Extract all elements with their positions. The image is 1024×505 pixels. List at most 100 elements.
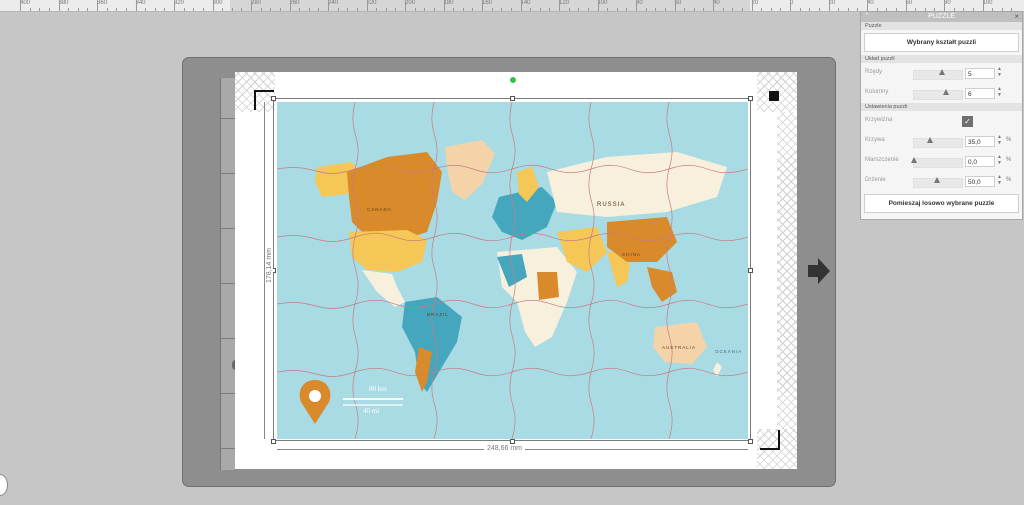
rows-stepper[interactable]: ▲ ▼ [997, 66, 1002, 78]
ruler-tick [20, 0, 21, 11]
shuffle-button[interactable]: Pomieszaj losowo wybrane puzzle [864, 194, 1019, 213]
curve-unit: % [1006, 137, 1012, 143]
rows-row: Rzędy 5 ▲ ▼ [861, 63, 1022, 83]
ruler-tick [222, 8, 224, 11]
ruler-tick [174, 0, 175, 11]
ruler-tick [501, 8, 503, 11]
ruler-tick [539, 8, 541, 11]
rotate-handle[interactable] [510, 77, 516, 83]
ruler-tick [202, 8, 204, 11]
ruler-tick [770, 8, 772, 11]
selection-frame[interactable] [273, 98, 751, 441]
ruler-tick [183, 8, 185, 11]
ruler-tick [212, 0, 214, 11]
ruler-tick [568, 8, 570, 11]
resize-handle-mr[interactable] [748, 268, 753, 273]
curve-slider[interactable] [913, 138, 963, 148]
close-icon[interactable]: × [1014, 12, 1019, 22]
ruler-label: 400 [20, 0, 31, 6]
ruler-tick [453, 8, 455, 11]
ruler-label: 180 [443, 0, 454, 6]
ruler-tick [433, 8, 435, 11]
columns-label: Kolumny [865, 89, 889, 95]
ruler-tick [741, 8, 743, 11]
ruler-label: 160 [482, 0, 493, 6]
ruler-tick [655, 8, 657, 11]
ruler-tick [645, 8, 647, 11]
ruler-label: 140 [520, 0, 531, 6]
ruler-tick [847, 8, 849, 11]
ruler-tick [231, 8, 233, 11]
rows-slider[interactable] [913, 70, 963, 80]
ruler-label: 20 [751, 0, 759, 6]
resize-handle-tc[interactable] [510, 96, 515, 101]
rows-input[interactable]: 5 [965, 68, 995, 79]
ruler-label: 80 [944, 0, 951, 6]
ruler-tick [443, 0, 445, 11]
tremble-input[interactable]: 50,0 [965, 176, 995, 187]
ruler-label: 40 [867, 0, 874, 6]
ruler-tick [703, 8, 705, 11]
section-puzzle: Puzzle [861, 22, 1022, 30]
ruler-tick [414, 8, 416, 11]
columns-stepper[interactable]: ▲ ▼ [997, 86, 1002, 98]
ruler-label: 220 [366, 0, 377, 6]
curve-input[interactable]: 35,0 [965, 136, 995, 147]
curve-slider-thumb[interactable] [927, 137, 934, 143]
next-arrow-icon[interactable] [806, 256, 832, 286]
puzzle-panel: ⌃ PUZZLE × Puzzle Wybrany kształt puzzli… [860, 11, 1023, 220]
ruler-tick [867, 0, 868, 11]
rows-slider-thumb[interactable] [939, 69, 945, 75]
ruler-tick [77, 8, 79, 11]
ruler-label: 60 [905, 0, 913, 6]
ruler-tick [135, 0, 137, 11]
choose-shape-button[interactable]: Wybrany kształt puzzli [864, 33, 1019, 52]
columns-slider[interactable] [913, 90, 963, 100]
ruler-tick [97, 0, 98, 11]
ruler-tick [684, 8, 686, 11]
ruler-label: 120 [559, 0, 570, 6]
panel-title: PUZZLE [928, 13, 955, 20]
resize-handle-br[interactable] [748, 439, 753, 444]
columns-slider-thumb[interactable] [943, 89, 949, 95]
ruler-tick [405, 0, 406, 11]
resize-handle-tr[interactable] [748, 96, 753, 101]
curve-stepper[interactable]: ▲ ▼ [997, 134, 1002, 146]
ruler-tick [472, 8, 474, 11]
ruler-tick [116, 8, 118, 11]
ruler-label: 280 [251, 0, 262, 6]
wrinkle-slider-thumb[interactable] [911, 157, 917, 163]
crop-mark-br [760, 430, 780, 450]
ruler-tick [761, 8, 763, 11]
wrinkle-input[interactable]: 0,0 [965, 156, 995, 167]
side-tab-handle[interactable] [0, 474, 8, 496]
curve-row: Krzywa 35,0 ▲ ▼ % [861, 131, 1022, 151]
collapse-chevron-icon[interactable]: ⌃ [864, 12, 870, 22]
ruler-tick [58, 0, 60, 11]
ruler-label: 260 [289, 0, 300, 6]
ruler-tick [154, 8, 156, 11]
ruler-label: 100 [597, 0, 608, 6]
columns-row: Kolumny 6 ▲ ▼ [861, 83, 1022, 103]
ruler-tick [520, 0, 522, 11]
resize-handle-bl[interactable] [271, 439, 276, 444]
ruler-tick [693, 8, 695, 11]
ruler-tick [193, 8, 195, 11]
ruler-tick [376, 8, 378, 11]
ruler-tick [982, 0, 984, 11]
tremble-stepper[interactable]: ▲ ▼ [997, 174, 1002, 186]
wrinkle-stepper[interactable]: ▲ ▼ [997, 154, 1002, 166]
resize-handle-bc[interactable] [510, 439, 515, 444]
tremble-unit: % [1006, 177, 1012, 183]
ruler-tick [905, 0, 907, 11]
columns-input[interactable]: 6 [965, 88, 995, 99]
ruler-tick [395, 8, 397, 11]
ruler-label: 360 [97, 0, 108, 6]
section-layout: Układ puzzli [861, 55, 1022, 63]
ruler-tick [299, 8, 301, 11]
wrinkle-slider[interactable] [913, 158, 963, 168]
ruler-tick [289, 0, 291, 11]
curvature-checkbox[interactable]: ✓ [962, 116, 973, 127]
ruler-tick [751, 0, 753, 11]
tremble-slider-thumb[interactable] [934, 177, 940, 183]
